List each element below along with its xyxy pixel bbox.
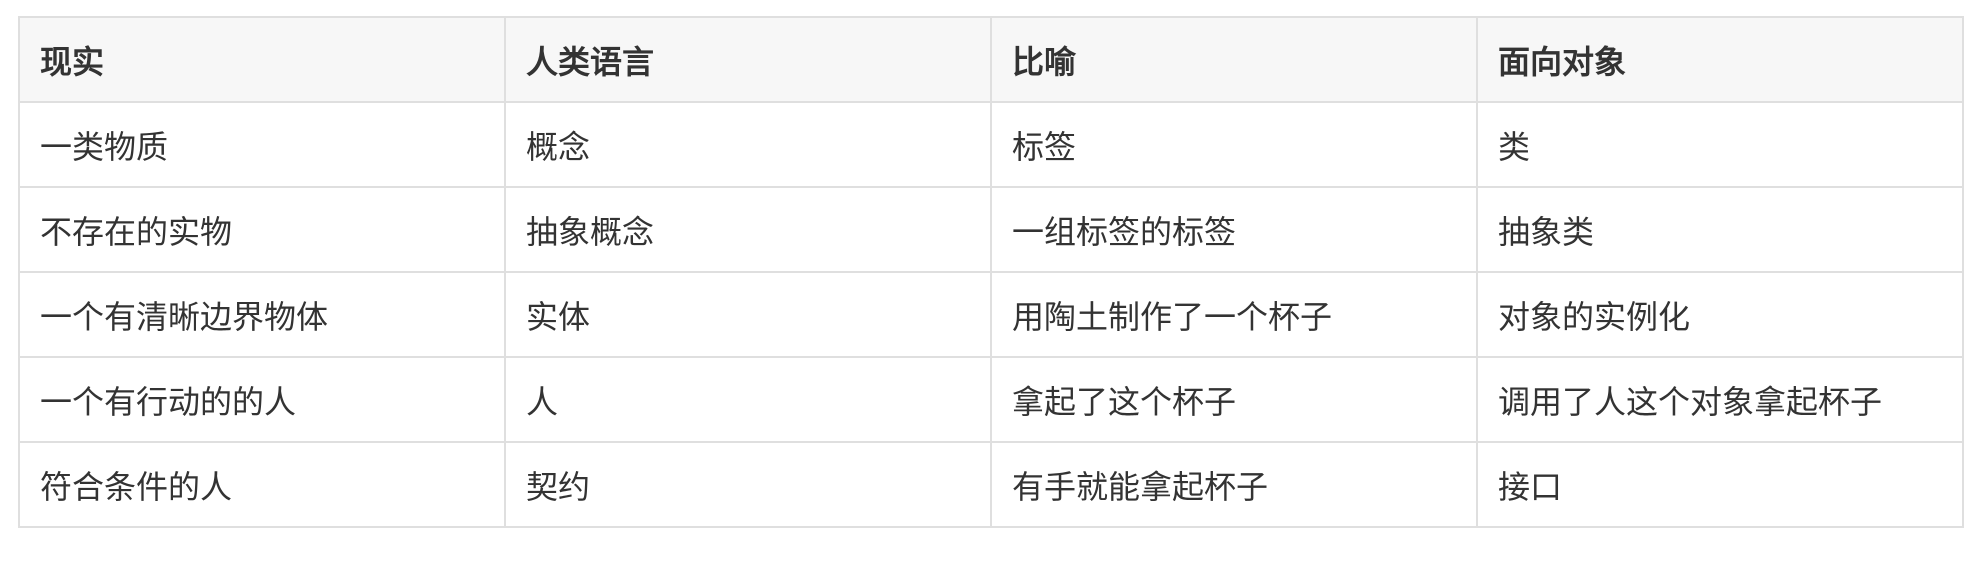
table-cell: 契约 (504, 441, 992, 528)
table-cell: 类 (1476, 101, 1964, 188)
table-cell: 一组标签的标签 (990, 186, 1478, 273)
table-row: 一类物质 概念 标签 类 (18, 101, 1964, 188)
table-cell: 一个有行动的的人 (18, 356, 506, 443)
table-row: 一个有行动的的人 人 拿起了这个杯子 调用了人这个对象拿起杯子 (18, 356, 1964, 443)
table-cell: 接口 (1476, 441, 1964, 528)
table-cell: 符合条件的人 (18, 441, 506, 528)
table-cell: 人 (504, 356, 992, 443)
table-body: 一类物质 概念 标签 类 不存在的实物 抽象概念 一组标签的标签 抽象类 一个有… (18, 101, 1964, 528)
table-cell: 抽象类 (1476, 186, 1964, 273)
table-cell: 对象的实例化 (1476, 271, 1964, 358)
table-cell: 标签 (990, 101, 1478, 188)
table-cell: 实体 (504, 271, 992, 358)
comparison-table-container: 现实 人类语言 比喻 面向对象 一类物质 概念 标签 类 不存在的实物 抽象概念… (18, 16, 1964, 528)
table-cell: 不存在的实物 (18, 186, 506, 273)
header-cell-metaphor: 比喻 (990, 16, 1478, 103)
table-header-row: 现实 人类语言 比喻 面向对象 (18, 16, 1964, 103)
table-cell: 有手就能拿起杯子 (990, 441, 1478, 528)
table-row: 不存在的实物 抽象概念 一组标签的标签 抽象类 (18, 186, 1964, 273)
table-cell: 一个有清晰边界物体 (18, 271, 506, 358)
table-cell: 一类物质 (18, 101, 506, 188)
table-cell: 抽象概念 (504, 186, 992, 273)
table-cell: 用陶土制作了一个杯子 (990, 271, 1478, 358)
table-row: 一个有清晰边界物体 实体 用陶土制作了一个杯子 对象的实例化 (18, 271, 1964, 358)
header-cell-object-oriented: 面向对象 (1476, 16, 1964, 103)
table-row: 符合条件的人 契约 有手就能拿起杯子 接口 (18, 441, 1964, 528)
header-cell-reality: 现实 (18, 16, 506, 103)
table-cell: 拿起了这个杯子 (990, 356, 1478, 443)
header-cell-human-language: 人类语言 (504, 16, 992, 103)
table-header: 现实 人类语言 比喻 面向对象 (18, 16, 1964, 103)
comparison-table: 现实 人类语言 比喻 面向对象 一类物质 概念 标签 类 不存在的实物 抽象概念… (18, 16, 1964, 528)
table-cell: 概念 (504, 101, 992, 188)
table-cell: 调用了人这个对象拿起杯子 (1476, 356, 1964, 443)
